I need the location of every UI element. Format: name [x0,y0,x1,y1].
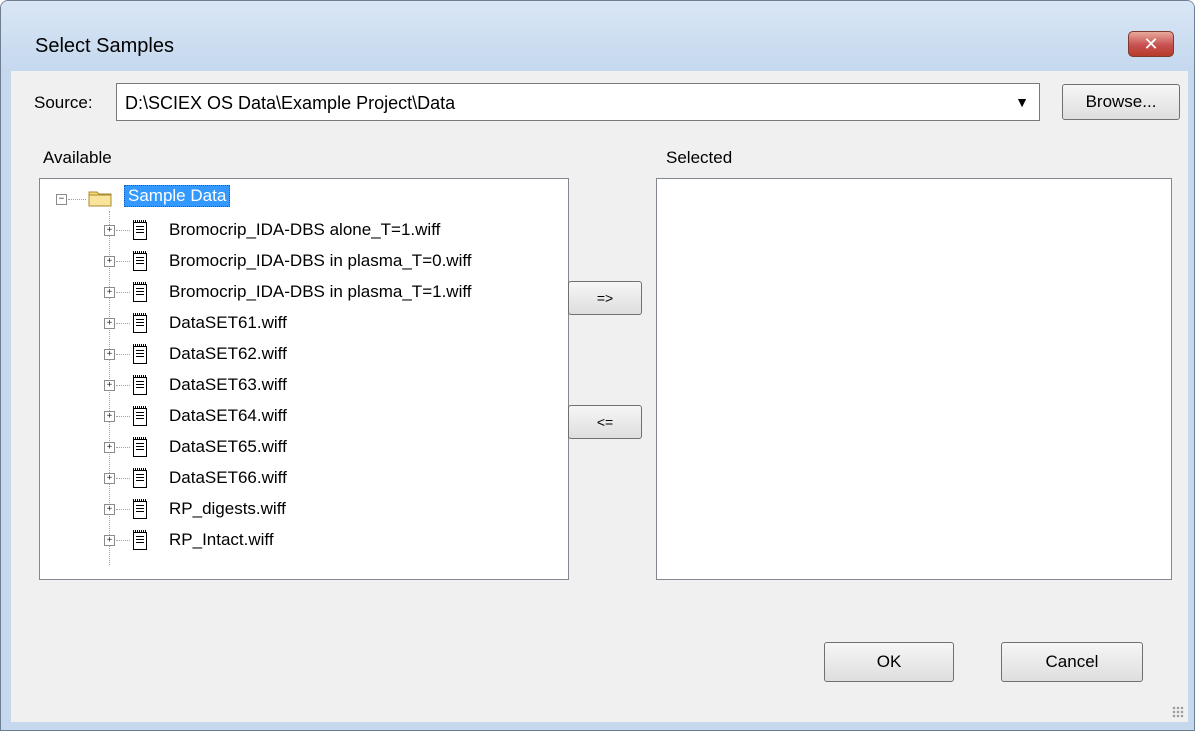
tree-item[interactable]: + Bromocrip_IDA-DBS alone_T=1.wiff [40,215,568,246]
selected-label: Selected [666,148,733,167]
tree-connector [116,230,130,231]
expand-icon[interactable]: + [104,473,115,484]
available-tree-content: − Sample Data + Bromocrip_IDA-DBS alone_T… [40,179,568,579]
available-tree[interactable]: − Sample Data + Bromocrip_IDA-DBS alone_T… [39,178,569,580]
expand-icon[interactable]: + [104,535,115,546]
tree-connector [116,261,130,262]
tree-item-label: Bromocrip_IDA-DBS alone_T=1.wiff [169,220,441,239]
file-icon [133,344,147,364]
folder-icon [88,191,112,207]
tree-item-label: Bromocrip_IDA-DBS in plasma_T=0.wiff [169,251,472,270]
expand-icon[interactable]: + [104,287,115,298]
tree-connector [116,478,130,479]
tree-connector [116,323,130,324]
cancel-button[interactable]: Cancel [1001,642,1143,682]
ok-button[interactable]: OK [824,642,954,682]
tree-item[interactable]: + DataSET61.wiff [40,308,568,339]
available-label: Available [43,148,112,167]
tree-item[interactable]: + DataSET65.wiff [40,432,568,463]
tree-item-label: Bromocrip_IDA-DBS in plasma_T=1.wiff [169,282,472,301]
tree-item-label: DataSET62.wiff [169,344,287,363]
tree-connector [116,509,130,510]
tree-item-label: DataSET66.wiff [169,468,287,487]
expand-icon[interactable]: + [104,411,115,422]
tree-item-label: RP_Intact.wiff [169,530,274,549]
tree-item-label: DataSET61.wiff [169,313,287,332]
tree-root-sample-data[interactable]: Sample Data [124,185,231,207]
tree-item[interactable]: + DataSET64.wiff [40,401,568,432]
tree-connector [116,540,130,541]
tree-connector [116,292,130,293]
add-to-selected-button[interactable]: => [568,281,642,315]
tree-item[interactable]: + RP_Intact.wiff [40,525,568,556]
expand-icon[interactable]: + [104,256,115,267]
tree-item-label: DataSET65.wiff [169,437,287,456]
tree-item[interactable]: + Bromocrip_IDA-DBS in plasma_T=0.wiff [40,246,568,277]
tree-item-label: DataSET63.wiff [169,375,287,394]
tree-item[interactable]: + DataSET62.wiff [40,339,568,370]
close-icon: ✕ [1143,33,1159,54]
file-icon [133,313,147,333]
file-icon [133,530,147,550]
dialog-content: Source: D:\SCIEX OS Data\Example Project… [11,71,1188,722]
tree-item[interactable]: + RP_digests.wiff [40,494,568,525]
browse-button[interactable]: Browse... [1062,84,1180,120]
source-path-value: D:\SCIEX OS Data\Example Project\Data [125,93,456,113]
window-frame-right [1188,71,1194,730]
title-bar[interactable]: Select Samples ✕ [1,1,1194,71]
file-icon [133,499,147,519]
tree-item[interactable]: + DataSET66.wiff [40,463,568,494]
file-icon [133,282,147,302]
file-icon [133,220,147,240]
tree-item[interactable]: + Bromocrip_IDA-DBS in plasma_T=1.wiff [40,277,568,308]
tree-connector [116,447,130,448]
collapse-icon[interactable]: − [56,194,67,205]
tree-connector [116,416,130,417]
window-frame-bottom [1,722,1194,730]
resize-grip-icon[interactable] [1172,706,1184,718]
source-dropdown[interactable]: D:\SCIEX OS Data\Example Project\Data ▼ [116,83,1040,121]
select-samples-dialog: Select Samples ✕ Source: D:\SCIEX OS Dat… [0,0,1195,731]
remove-from-selected-button[interactable]: <= [568,405,642,439]
tree-item[interactable]: + DataSET63.wiff [40,370,568,401]
tree-connector [68,199,86,200]
file-icon [133,375,147,395]
tree-item-label: RP_digests.wiff [169,499,286,518]
expand-icon[interactable]: + [104,442,115,453]
expand-icon[interactable]: + [104,318,115,329]
window-frame-left [1,71,11,730]
expand-icon[interactable]: + [104,225,115,236]
expand-icon[interactable]: + [104,349,115,360]
selected-list[interactable] [656,178,1172,580]
file-icon [133,251,147,271]
close-button[interactable]: ✕ [1128,31,1174,57]
dialog-title: Select Samples [35,35,174,57]
chevron-down-icon[interactable]: ▼ [1015,94,1029,110]
file-icon [133,406,147,426]
tree-item-label: DataSET64.wiff [169,406,287,425]
expand-icon[interactable]: + [104,380,115,391]
file-icon [133,468,147,488]
expand-icon[interactable]: + [104,504,115,515]
source-label: Source: [34,93,93,112]
tree-connector [116,354,130,355]
file-icon [133,437,147,457]
tree-connector [116,385,130,386]
